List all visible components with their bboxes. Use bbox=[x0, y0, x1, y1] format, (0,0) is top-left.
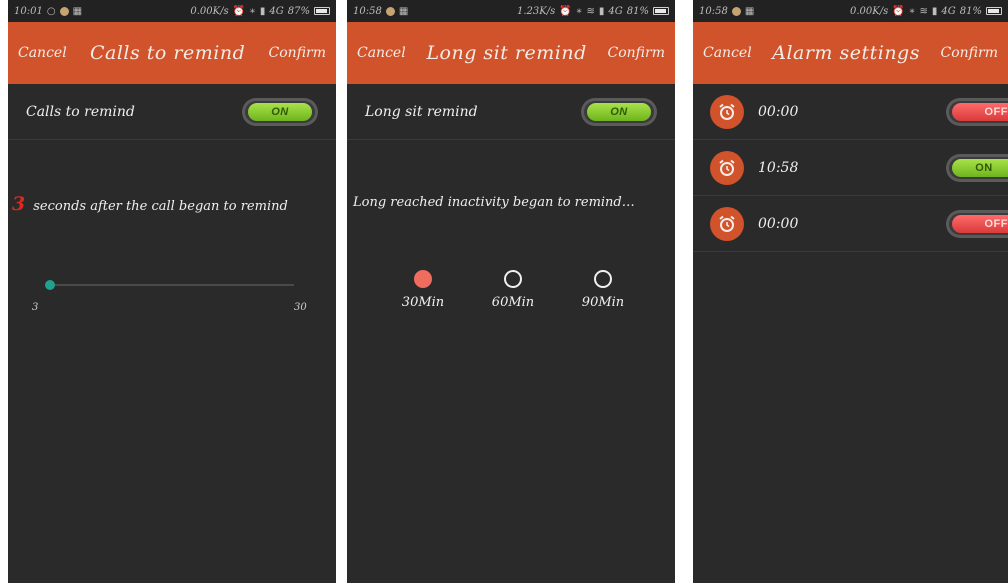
page-title: Calls to remind bbox=[89, 42, 246, 64]
remind-delay-text: 3 seconds after the call began to remind bbox=[12, 193, 288, 215]
screen-icon: ▦ bbox=[744, 5, 755, 17]
long-sit-remind-label: Long sit remind bbox=[365, 103, 478, 120]
page-title: Long sit remind bbox=[426, 42, 587, 64]
status-time: 10:58 bbox=[699, 5, 728, 17]
signal-icon: ▮ bbox=[931, 5, 938, 17]
alarm-time[interactable]: 00:00 bbox=[758, 104, 946, 120]
battery-level: 87% bbox=[287, 5, 310, 17]
option-label: 30Min bbox=[401, 295, 445, 310]
radio-unselected[interactable] bbox=[594, 270, 612, 288]
screen-icon: ▦ bbox=[72, 5, 83, 17]
long-sit-remind-toggle[interactable]: ON bbox=[581, 97, 657, 126]
title-bar: Cancel Alarm settings Confirm bbox=[693, 22, 1008, 84]
network-speed: 0.00K/s bbox=[850, 5, 889, 17]
alarm-clock-icon[interactable] bbox=[710, 150, 744, 185]
radio-unselected[interactable] bbox=[504, 270, 522, 288]
network-speed: 1.23K/s bbox=[517, 5, 556, 17]
seconds-slider-thumb[interactable] bbox=[45, 280, 55, 290]
app-notification-icon bbox=[59, 6, 69, 16]
alarm-row[interactable]: 00:00 OFF bbox=[693, 196, 1008, 252]
battery-icon bbox=[653, 7, 669, 15]
confirm-button[interactable]: Confirm bbox=[269, 45, 326, 61]
alarm-clock-icon[interactable] bbox=[710, 206, 744, 241]
status-time: 10:58 bbox=[353, 5, 382, 17]
toggle-state: OFF bbox=[952, 102, 1008, 121]
remind-seconds-value: 3 bbox=[12, 193, 26, 215]
seconds-slider-track[interactable] bbox=[48, 284, 294, 286]
alarm-toggle[interactable]: OFF bbox=[946, 209, 1008, 238]
alarm-row[interactable]: 00:00 OFF bbox=[693, 84, 1008, 140]
calls-to-remind-toggle[interactable]: ON bbox=[242, 97, 318, 126]
bluetooth-icon: ∗ bbox=[575, 5, 583, 17]
calls-to-remind-label: Calls to remind bbox=[26, 103, 135, 120]
alarm-time[interactable]: 00:00 bbox=[758, 216, 946, 232]
option-60min[interactable]: 60Min bbox=[483, 270, 543, 310]
option-label: 90Min bbox=[581, 295, 625, 310]
toggle-state: OFF bbox=[952, 214, 1008, 233]
network-type: 4G bbox=[608, 5, 623, 17]
signal-icon: ▮ bbox=[259, 5, 266, 17]
network-type: 4G bbox=[269, 5, 284, 17]
option-90min[interactable]: 90Min bbox=[573, 270, 633, 310]
status-time: 10:01 bbox=[14, 5, 43, 17]
app-notification-icon bbox=[385, 6, 395, 16]
alarm-status-icon: ⏰ bbox=[559, 5, 572, 17]
alarm-toggle[interactable]: OFF bbox=[946, 97, 1008, 126]
title-bar: Cancel Calls to remind Confirm bbox=[8, 22, 336, 84]
status-bar: 10:58 ▦ 0.00K/s ⏰ ∗ ≋ ▮ 4G 81% bbox=[693, 0, 1008, 22]
alarm-status-icon: ⏰ bbox=[892, 5, 905, 17]
toggle-state: ON bbox=[952, 158, 1008, 177]
alarm-clock-icon[interactable] bbox=[710, 94, 744, 129]
confirm-button[interactable]: Confirm bbox=[941, 45, 998, 61]
network-type: 4G bbox=[941, 5, 956, 17]
cancel-button[interactable]: Cancel bbox=[703, 45, 752, 61]
battery-level: 81% bbox=[959, 5, 982, 17]
alarm-toggle[interactable]: ON bbox=[946, 153, 1008, 182]
alarm-time[interactable]: 10:58 bbox=[758, 160, 946, 176]
page-title: Alarm settings bbox=[772, 42, 920, 64]
cancel-button[interactable]: Cancel bbox=[18, 45, 67, 61]
wifi-icon: ≋ bbox=[586, 5, 595, 17]
battery-icon bbox=[986, 7, 1002, 15]
wifi-icon: ≋ bbox=[919, 5, 928, 17]
option-label: 60Min bbox=[491, 295, 535, 310]
alarm-row[interactable]: 10:58 ON bbox=[693, 140, 1008, 196]
radio-selected[interactable] bbox=[414, 270, 432, 288]
long-sit-remind-screen: 10:58 ▦ 1.23K/s ⏰ ∗ ≋ ▮ 4G 81% Cancel Lo… bbox=[347, 0, 675, 583]
option-30min[interactable]: 30Min bbox=[393, 270, 453, 310]
battery-icon bbox=[314, 7, 330, 15]
slider-max-label: 30 bbox=[294, 302, 307, 313]
alarm-status-icon: ⏰ bbox=[232, 5, 246, 17]
remind-description: seconds after the call began to remind bbox=[33, 199, 288, 214]
network-speed: 0.00K/s bbox=[190, 5, 229, 17]
inactivity-message: Long reached inactivity began to remind… bbox=[353, 195, 635, 210]
long-sit-remind-row: Long sit remind ON bbox=[347, 84, 675, 140]
headset-icon: ○ bbox=[46, 5, 56, 17]
calls-to-remind-row: Calls to remind ON bbox=[8, 84, 336, 140]
title-bar: Cancel Long sit remind Confirm bbox=[347, 22, 675, 84]
calls-to-remind-screen: 10:01 ○ ▦ 0.00K/s ⏰ ∗ ▮ 4G 87% Cancel Ca… bbox=[8, 0, 336, 583]
alarm-settings-screen: 10:58 ▦ 0.00K/s ⏰ ∗ ≋ ▮ 4G 81% Cancel Al… bbox=[693, 0, 1008, 583]
battery-level: 81% bbox=[626, 5, 649, 17]
bluetooth-icon: ∗ bbox=[249, 5, 256, 17]
status-bar: 10:58 ▦ 1.23K/s ⏰ ∗ ≋ ▮ 4G 81% bbox=[347, 0, 675, 22]
cancel-button[interactable]: Cancel bbox=[357, 45, 406, 61]
toggle-state: ON bbox=[587, 102, 651, 121]
status-bar: 10:01 ○ ▦ 0.00K/s ⏰ ∗ ▮ 4G 87% bbox=[8, 0, 336, 22]
app-notification-icon bbox=[731, 6, 741, 16]
toggle-state: ON bbox=[248, 102, 312, 121]
signal-icon: ▮ bbox=[598, 5, 605, 17]
screen-icon: ▦ bbox=[398, 5, 409, 17]
bluetooth-icon: ∗ bbox=[908, 5, 916, 17]
slider-min-label: 3 bbox=[32, 302, 39, 313]
confirm-button[interactable]: Confirm bbox=[608, 45, 665, 61]
